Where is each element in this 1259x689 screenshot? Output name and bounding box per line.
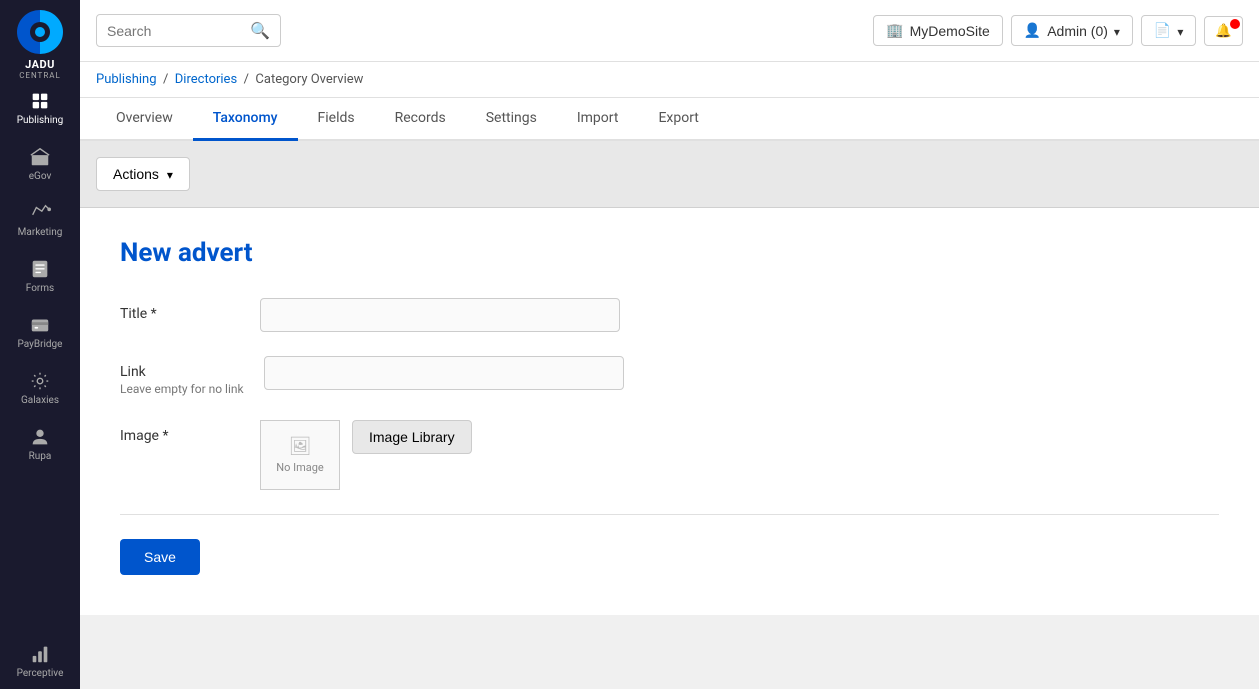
sidebar-item-label: Perceptive <box>17 668 64 679</box>
perceptive-icon <box>29 643 51 665</box>
sidebar-item-perceptive[interactable]: Perceptive <box>0 633 80 689</box>
site-icon: 🏢 <box>886 22 903 39</box>
notification-badge <box>1230 19 1240 29</box>
link-hint: Leave empty for no link <box>120 382 244 396</box>
tab-taxonomy[interactable]: Taxonomy <box>193 98 298 141</box>
required-indicator: * <box>151 306 157 322</box>
breadcrumb: Publishing / Directories / Category Over… <box>80 62 1259 98</box>
search-box[interactable]: 🔍 <box>96 14 281 47</box>
tab-records[interactable]: Records <box>375 98 466 141</box>
image-label: Image * <box>120 420 240 444</box>
sidebar-item-egov[interactable]: eGov <box>0 136 80 192</box>
breadcrumb-current: Category Overview <box>255 72 363 87</box>
actions-button[interactable]: Actions <box>96 157 190 191</box>
sidebar-item-paybridge[interactable]: PayBridge <box>0 304 80 360</box>
image-library-button[interactable]: Image Library <box>352 420 472 454</box>
search-input[interactable] <box>107 23 242 39</box>
chevron-down-icon3 <box>167 166 173 182</box>
image-placeholder-icon: 🖼 <box>289 436 312 457</box>
docs-button[interactable]: 📄 <box>1141 15 1196 46</box>
link-input[interactable] <box>264 356 624 390</box>
search-icon: 🔍 <box>250 21 270 40</box>
marketing-icon <box>29 202 51 224</box>
sidebar-logo-text: JADU <box>25 58 55 71</box>
image-required-indicator: * <box>162 428 168 444</box>
save-button[interactable]: Save <box>120 539 200 575</box>
notification-button[interactable]: 🔔 <box>1204 16 1243 46</box>
tabs: Overview Taxonomy Fields Records Setting… <box>80 98 1259 141</box>
chevron-down-icon <box>1114 23 1120 39</box>
tab-fields[interactable]: Fields <box>298 98 375 141</box>
image-area: 🖼 No Image Image Library <box>260 420 472 490</box>
admin-icon: 👤 <box>1024 22 1041 39</box>
form-card: New advert Title * Link Leave empty for … <box>80 208 1259 615</box>
form-divider <box>120 514 1219 515</box>
link-field-group: Link Leave empty for no link <box>120 356 1219 396</box>
main-content: 🔍 🏢 MyDemoSite 👤 Admin (0) 📄 🔔 Publ <box>80 0 1259 689</box>
publishing-icon <box>29 90 51 112</box>
topbar-right: 🏢 MyDemoSite 👤 Admin (0) 📄 🔔 <box>873 15 1243 46</box>
sidebar: JADU CENTRAL Publishing eGov Marketing F… <box>0 0 80 689</box>
sidebar-item-label: PayBridge <box>18 339 63 350</box>
no-image-text: No Image <box>276 461 323 474</box>
sidebar-item-label: Rupa <box>29 451 52 462</box>
site-name: MyDemoSite <box>910 23 990 39</box>
form-title: New advert <box>120 238 1219 268</box>
sidebar-logo-sub: CENTRAL <box>19 71 61 80</box>
admin-button[interactable]: 👤 Admin (0) <box>1011 15 1133 46</box>
egov-icon <box>29 146 51 168</box>
topbar: 🔍 🏢 MyDemoSite 👤 Admin (0) 📄 🔔 <box>80 0 1259 62</box>
sidebar-item-label: Galaxies <box>21 395 59 406</box>
sidebar-item-label: eGov <box>29 171 52 182</box>
sidebar-logo: JADU CENTRAL <box>0 0 80 80</box>
content-area: Actions New advert Title * Link Leave em… <box>80 141 1259 689</box>
sidebar-item-label: Marketing <box>18 227 63 238</box>
tab-import[interactable]: Import <box>557 98 639 141</box>
rupa-icon <box>29 426 51 448</box>
site-button[interactable]: 🏢 MyDemoSite <box>873 15 1003 46</box>
actions-bar: Actions <box>80 141 1259 208</box>
admin-label: Admin (0) <box>1047 23 1108 39</box>
tab-settings[interactable]: Settings <box>466 98 557 141</box>
tab-overview[interactable]: Overview <box>96 98 193 141</box>
sidebar-item-publishing[interactable]: Publishing <box>0 80 80 136</box>
sidebar-item-forms[interactable]: Forms <box>0 248 80 304</box>
chevron-down-icon2 <box>1177 23 1183 39</box>
sidebar-item-label: Publishing <box>17 115 64 126</box>
paybridge-icon <box>29 314 51 336</box>
forms-icon <box>29 258 51 280</box>
title-input[interactable] <box>260 298 620 332</box>
link-label: Link Leave empty for no link <box>120 356 244 396</box>
sidebar-item-marketing[interactable]: Marketing <box>0 192 80 248</box>
breadcrumb-publishing[interactable]: Publishing <box>96 72 157 87</box>
tab-export[interactable]: Export <box>638 98 718 141</box>
actions-label: Actions <box>113 166 159 182</box>
image-field-group: Image * 🖼 No Image Image Library <box>120 420 1219 490</box>
jadu-logo-circle <box>17 10 63 54</box>
galaxies-icon <box>29 370 51 392</box>
breadcrumb-directories[interactable]: Directories <box>175 72 237 87</box>
docs-icon: 📄 <box>1154 22 1171 39</box>
sidebar-item-galaxies[interactable]: Galaxies <box>0 360 80 416</box>
title-field-group: Title * <box>120 298 1219 332</box>
sidebar-item-label: Forms <box>26 283 54 294</box>
no-image-placeholder: 🖼 No Image <box>260 420 340 490</box>
title-label: Title * <box>120 298 240 322</box>
sidebar-item-rupa[interactable]: Rupa <box>0 416 80 472</box>
